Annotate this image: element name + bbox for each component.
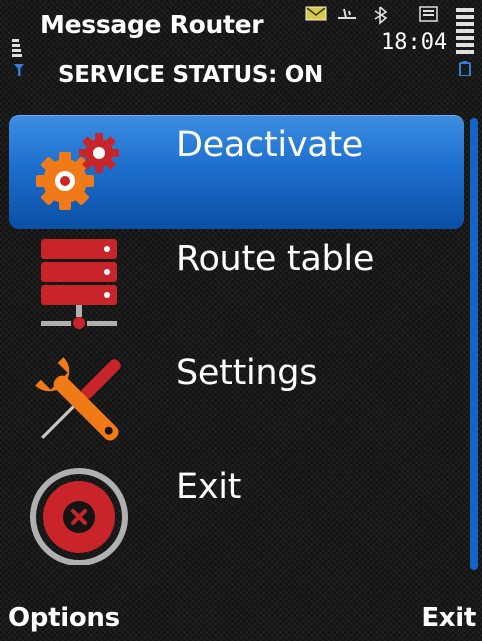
server-rack-icon <box>41 239 117 329</box>
data-connection-icon <box>338 8 356 19</box>
clock: 18:04 <box>381 30 448 55</box>
menu-item-label: Route table <box>176 239 375 279</box>
status-indicators <box>305 6 438 25</box>
bluetooth-icon <box>374 6 388 25</box>
menu-item-label: Deactivate <box>176 125 364 165</box>
menu-item-route-table[interactable]: Route table <box>9 229 464 343</box>
battery-icon <box>456 8 474 76</box>
service-status: SERVICE STATUS: ON <box>58 62 323 88</box>
close-circle-icon <box>30 468 128 565</box>
signal-strength-icon <box>12 39 24 76</box>
app-title: Message Router <box>40 10 264 39</box>
options-softkey[interactable]: Options <box>8 603 120 633</box>
menu-item-label: Settings <box>176 353 318 393</box>
menu-item-label: Exit <box>176 467 242 507</box>
keypad-icon <box>419 6 438 22</box>
exit-softkey[interactable]: Exit <box>421 603 476 633</box>
menu-item-deactivate[interactable]: Deactivate <box>9 115 464 229</box>
tools-icon <box>35 357 121 441</box>
scrollbar[interactable] <box>470 118 478 570</box>
menu-item-settings[interactable]: Settings <box>9 343 464 457</box>
mail-icon <box>305 6 327 21</box>
gears-icon <box>36 133 119 210</box>
menu-item-exit[interactable]: Exit <box>9 457 464 571</box>
